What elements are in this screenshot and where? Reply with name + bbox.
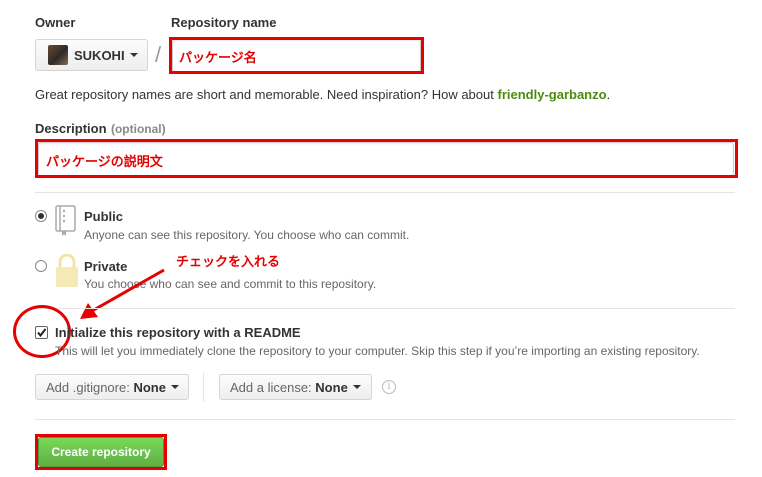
public-radio[interactable] xyxy=(35,210,47,222)
repo-name-label: Repository name xyxy=(171,15,277,30)
info-glyph: i xyxy=(387,381,391,392)
select-divider xyxy=(203,372,204,402)
suggestion-link[interactable]: friendly-garbanzo xyxy=(497,87,606,102)
public-title: Public xyxy=(84,209,124,224)
repo-name-hint: Great repository names are short and mem… xyxy=(35,87,610,102)
license-select[interactable]: Add a license: None xyxy=(219,374,372,400)
readme-desc: This will let you immediately clone the … xyxy=(55,344,700,358)
create-button-highlight xyxy=(35,434,167,470)
info-icon[interactable]: i xyxy=(382,380,396,394)
divider-3 xyxy=(35,419,735,420)
repo-name-value: パッケージ名 xyxy=(179,50,257,65)
description-optional: (optional) xyxy=(110,122,166,136)
gitignore-select[interactable]: Add .gitignore: None xyxy=(35,374,189,400)
chevron-down-icon xyxy=(170,385,179,389)
owner-label: Owner xyxy=(35,15,76,30)
readme-title: Initialize this repository with a README xyxy=(55,325,301,340)
divider-2 xyxy=(35,308,735,309)
annotation-text: チェックを入れる xyxy=(176,254,281,269)
description-label: Description xyxy=(35,121,107,136)
gitignore-label: Add .gitignore: xyxy=(46,379,130,395)
hint-end: . xyxy=(606,87,611,102)
annotation-arrow xyxy=(80,268,165,319)
chevron-down-icon xyxy=(129,53,138,57)
owner-repo-separator: / xyxy=(155,42,162,67)
hint-text: Great repository names are short and mem… xyxy=(35,87,494,102)
description-value: パッケージの説明文 xyxy=(46,154,163,169)
gitignore-value: None xyxy=(133,379,166,395)
private-radio[interactable] xyxy=(35,260,47,272)
repo-book-icon xyxy=(55,205,76,236)
divider-1 xyxy=(35,192,735,193)
avatar xyxy=(48,45,68,65)
owner-name: SUKOHI xyxy=(74,47,125,63)
chevron-down-icon xyxy=(352,385,361,389)
description-label-row: Description (optional) xyxy=(35,120,166,138)
license-label: Add a license: xyxy=(230,379,312,395)
public-desc: Anyone can see this repository. You choo… xyxy=(84,228,410,242)
owner-select[interactable]: SUKOHI xyxy=(35,39,148,71)
license-value: None xyxy=(315,379,348,395)
